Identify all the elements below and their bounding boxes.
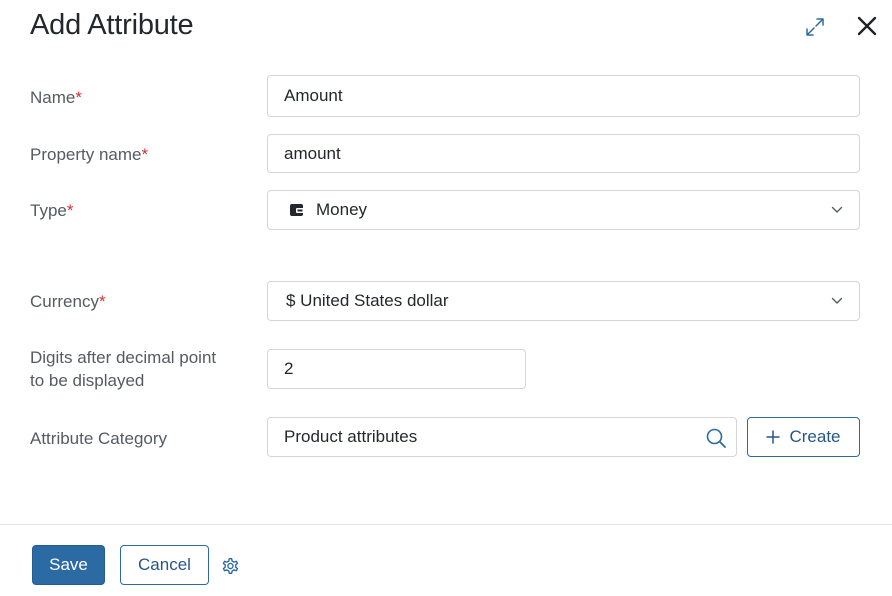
currency-label-text: Currency	[30, 292, 99, 311]
required-mark: *	[75, 88, 82, 107]
expand-icon[interactable]	[802, 14, 828, 40]
chevron-down-icon	[831, 297, 843, 304]
digits-input[interactable]	[284, 359, 525, 379]
digits-field[interactable]	[267, 349, 526, 389]
name-label: Name*	[30, 86, 82, 109]
name-field[interactable]	[267, 75, 860, 117]
footer-divider	[0, 524, 892, 525]
type-value: Money	[316, 200, 368, 219]
type-label: Type*	[30, 199, 73, 222]
search-icon[interactable]	[705, 427, 727, 449]
property-name-input[interactable]	[284, 143, 859, 164]
category-input[interactable]	[284, 427, 736, 447]
digits-label: Digits after decimal point to be display…	[30, 346, 216, 392]
digits-label-line2: to be displayed	[30, 371, 145, 390]
category-field[interactable]	[267, 417, 737, 457]
required-mark: *	[98, 292, 106, 311]
category-label: Attribute Category	[30, 429, 168, 448]
cancel-button[interactable]: Cancel	[120, 545, 209, 585]
required-mark: *	[66, 201, 74, 220]
property-name-label-text: Property name	[30, 145, 142, 164]
type-select[interactable]: Money	[267, 190, 860, 230]
name-label-text: Name	[30, 88, 76, 107]
plus-icon	[766, 430, 781, 444]
required-mark: *	[141, 145, 149, 164]
close-icon[interactable]	[853, 12, 881, 40]
name-input[interactable]	[284, 86, 859, 106]
wallet-icon	[290, 204, 304, 216]
gear-icon[interactable]	[219, 555, 241, 577]
create-label: Create	[789, 427, 841, 446]
save-button[interactable]: Save	[32, 545, 105, 585]
create-category-button[interactable]: Create	[747, 417, 860, 457]
currency-select[interactable]: $ United States dollar	[267, 281, 860, 321]
property-name-label: Property name*	[30, 143, 148, 166]
currency-label: Currency*	[30, 290, 106, 313]
dialog-title: Add Attribute	[30, 9, 194, 41]
property-name-field[interactable]	[267, 134, 860, 173]
digits-label-line1: Digits after decimal point	[30, 348, 217, 367]
type-label-text: Type	[30, 201, 67, 220]
chevron-down-icon	[831, 206, 843, 213]
currency-value: $ United States dollar	[286, 291, 449, 310]
